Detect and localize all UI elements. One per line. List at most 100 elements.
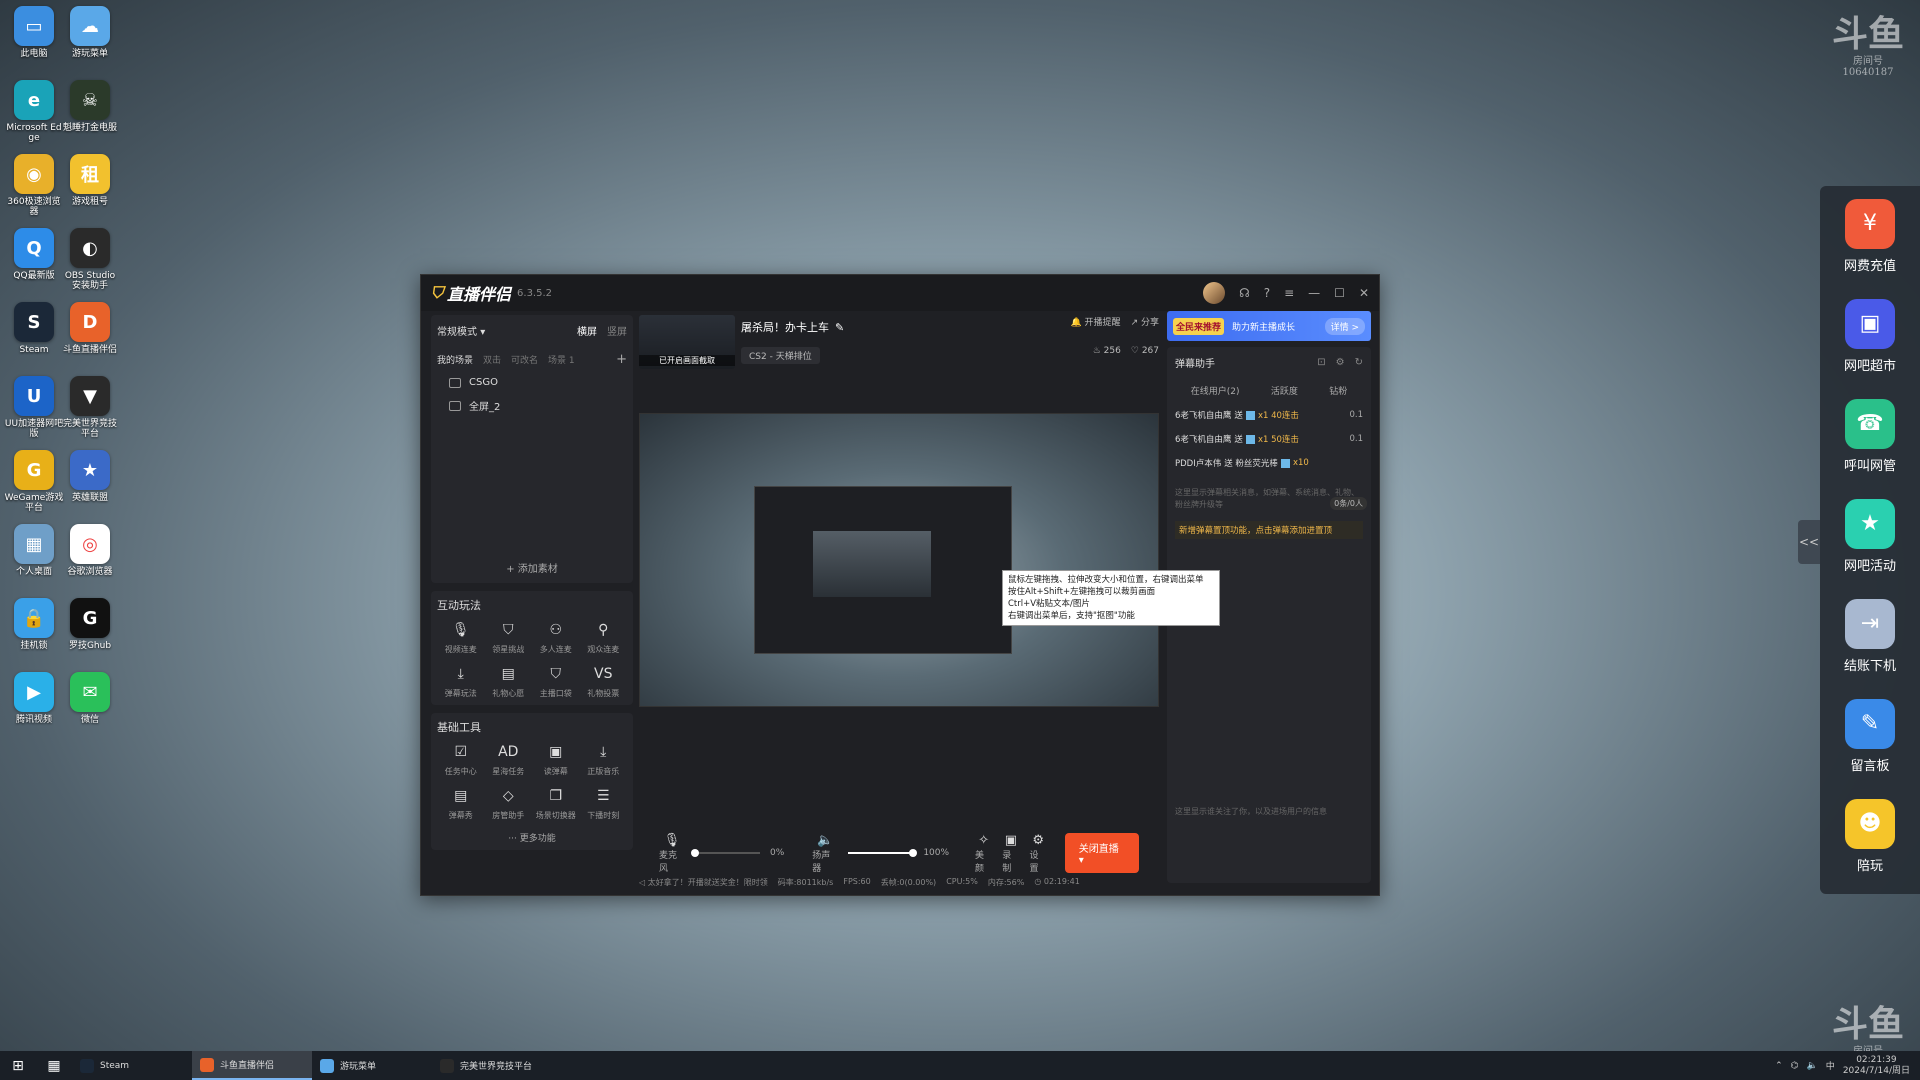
tab-landscape[interactable]: 横屏 xyxy=(577,323,597,338)
tool-button[interactable]: ⚇ 多人连麦 xyxy=(532,619,580,655)
banner-detail-button[interactable]: 详情 > xyxy=(1324,317,1365,335)
settings-button[interactable]: ⚙ 设置 xyxy=(1030,833,1047,874)
mode-select[interactable]: 常规模式 ▾ xyxy=(437,323,485,338)
start-button[interactable]: ⊞ xyxy=(0,1051,36,1080)
netcafe-item[interactable]: ¥ 网费充值 xyxy=(1820,186,1920,286)
desktop-icon[interactable]: D 斗鱼直播伴侣 xyxy=(60,302,120,355)
netcafe-item[interactable]: ▣ 网吧超市 xyxy=(1820,286,1920,386)
taskbar-item[interactable]: 游玩菜单 xyxy=(312,1051,432,1080)
network-icon[interactable]: ⌬ xyxy=(1791,1061,1799,1071)
desktop-icon[interactable]: Q QQ最新版 xyxy=(4,228,64,281)
tab-my-scenes[interactable]: 我的场景 xyxy=(437,353,473,366)
task-view-button[interactable]: ▦ xyxy=(36,1051,72,1080)
headset-icon[interactable]: ☊ xyxy=(1239,286,1250,300)
desktop-icon[interactable]: U UU加速器网吧版 xyxy=(4,376,64,440)
desktop-icon[interactable]: ◎ 谷歌浏览器 xyxy=(60,524,120,577)
lock-icon[interactable]: ⊡ xyxy=(1317,357,1325,368)
desktop-icon[interactable]: ◐ OBS Studio 安装助手 xyxy=(60,228,120,292)
gear-icon[interactable]: ⚙ xyxy=(1336,357,1345,368)
tool-button[interactable]: ⤓ 弹幕玩法 xyxy=(437,663,485,699)
tool-button[interactable]: ⛉ 领星挑战 xyxy=(485,619,533,655)
desktop-icon[interactable]: ✉ 微信 xyxy=(60,672,120,725)
tool-button[interactable]: ❐ 场景切换器 xyxy=(532,785,580,821)
desktop-icon[interactable]: ◉ 360极速浏览器 xyxy=(4,154,64,218)
taskbar-item[interactable]: Steam xyxy=(72,1051,192,1080)
desktop-icon[interactable]: G 罗技Ghub xyxy=(60,598,120,651)
tray-arrow-icon[interactable]: ⌃ xyxy=(1775,1061,1783,1071)
avatar[interactable] xyxy=(1203,282,1226,304)
help-icon[interactable]: ? xyxy=(1264,286,1270,300)
netcafe-item[interactable]: ✎ 留言板 xyxy=(1820,686,1920,786)
volume-icon[interactable]: 🔈 xyxy=(1807,1061,1818,1071)
netcafe-item[interactable]: ★ 网吧活动 xyxy=(1820,486,1920,586)
netcafe-item[interactable]: ☎ 呼叫网管 xyxy=(1820,386,1920,486)
taskbar-item[interactable]: 完美世界竞技平台 xyxy=(432,1051,552,1080)
tool-button[interactable]: ▣ 读弹幕 xyxy=(532,741,580,777)
source-item[interactable]: CSGO xyxy=(449,377,627,388)
tool-button[interactable]: ⛉ 主播口袋 xyxy=(532,663,580,699)
tool-button[interactable]: 🎙 视频连麦 xyxy=(437,619,485,655)
desktop-icon[interactable]: 租 游戏租号 xyxy=(60,154,120,207)
remind-button[interactable]: 🔔 开播提醒 xyxy=(1070,315,1120,328)
desktop-icon[interactable]: S Steam xyxy=(4,302,64,355)
desktop-icon[interactable]: ★ 英雄联盟 xyxy=(60,450,120,503)
danmu-message[interactable]: PDDI卢本伟 送 粉丝荧光棒 x10 xyxy=(1175,457,1363,469)
netcafe-item[interactable]: ☻ 陪玩 xyxy=(1820,786,1920,886)
beauty-button[interactable]: ✧ 美颜 xyxy=(975,833,992,874)
record-button[interactable]: ▣ 录制 xyxy=(1002,833,1019,874)
stop-live-button[interactable]: 关闭直播 ▾ xyxy=(1064,833,1139,873)
refresh-icon[interactable]: ↻ xyxy=(1355,357,1363,368)
danmu-pin-notice[interactable]: 新增弹幕置顶功能，点击弹幕添加进置顶 xyxy=(1175,521,1363,539)
close-button[interactable]: ✕ xyxy=(1359,286,1369,300)
edit-icon[interactable]: ✎ xyxy=(835,321,844,334)
sidebar-collapse-button[interactable]: << xyxy=(1798,520,1820,564)
maximize-button[interactable]: ☐ xyxy=(1334,286,1345,300)
tab-scene-hint-1[interactable]: 双击 xyxy=(483,353,501,366)
clock[interactable]: 02:21:39 2024/7/14/周日 xyxy=(1843,1055,1910,1077)
danmu-message[interactable]: 6老飞机自由鹰 送 x1 40连击 0.1 xyxy=(1175,409,1363,421)
tab-scene-1[interactable]: 场景 1 xyxy=(548,353,575,366)
minimize-button[interactable]: — xyxy=(1308,286,1320,300)
tab-diamond-fans[interactable]: 钻粉 xyxy=(1329,384,1347,397)
stream-thumbnail[interactable]: 已开启画面截取 xyxy=(639,315,735,369)
notice-link[interactable]: ◁ 太好拿了！开播就送奖金！限时领 xyxy=(639,877,768,888)
mic-slider[interactable] xyxy=(690,849,761,857)
taskbar-item[interactable]: 斗鱼直播伴侣 xyxy=(192,1051,312,1080)
danmu-message[interactable]: 6老飞机自由鹰 送 x1 50连击 0.1 xyxy=(1175,433,1363,445)
tool-button[interactable]: VS 礼物投票 xyxy=(580,663,628,699)
tab-activity[interactable]: 活跃度 xyxy=(1271,384,1298,397)
menu-icon[interactable]: ≡ xyxy=(1284,286,1294,300)
speaker-slider[interactable] xyxy=(848,849,918,857)
tool-button[interactable]: ⤓ 正版音乐 xyxy=(580,741,628,777)
netcafe-item[interactable]: ⇥ 结账下机 xyxy=(1820,586,1920,686)
speaker-control[interactable]: 🔈 扬声器 xyxy=(812,833,838,874)
tool-button[interactable]: ▤ 弹幕秀 xyxy=(437,785,485,821)
desktop-icon[interactable]: ▭ 此电脑 xyxy=(4,6,64,59)
source-item[interactable]: 全屏_2 xyxy=(449,398,627,413)
desktop-icon[interactable]: G WeGame游戏平台 xyxy=(4,450,64,514)
more-features-button[interactable]: ··· 更多功能 xyxy=(437,831,627,844)
tab-online-users[interactable]: 在线用户(2) xyxy=(1191,384,1240,397)
tool-button[interactable]: AD 星海任务 xyxy=(485,741,533,777)
promo-banner[interactable]: 全民来推荐 助力新主播成长 详情 > xyxy=(1167,311,1371,341)
tool-button[interactable]: ☑ 任务中心 xyxy=(437,741,485,777)
tool-button[interactable]: ◇ 房管助手 xyxy=(485,785,533,821)
tab-portrait[interactable]: 竖屏 xyxy=(607,323,627,338)
add-material-button[interactable]: + 添加素材 xyxy=(431,560,633,575)
desktop-icon[interactable]: ☠ 魁睡打金电服 xyxy=(60,80,120,133)
share-button[interactable]: ↗ 分享 xyxy=(1131,315,1159,328)
desktop-icon[interactable]: e Microsoft Edge xyxy=(4,80,64,144)
tool-button[interactable]: ☰ 下播时刻 xyxy=(580,785,628,821)
add-scene-button[interactable]: + xyxy=(616,352,627,367)
stream-category[interactable]: CS2 - 天梯排位 xyxy=(741,347,820,364)
tool-button[interactable]: ⚲ 观众连麦 xyxy=(580,619,628,655)
desktop-icon[interactable]: ☁ 游玩菜单 xyxy=(60,6,120,59)
desktop-icon[interactable]: ▼ 完美世界竞技平台 xyxy=(60,376,120,440)
ime-indicator[interactable]: 中 xyxy=(1826,1059,1835,1072)
desktop-icon[interactable]: ▶ 腾讯视频 xyxy=(4,672,64,725)
desktop-icon[interactable]: 🔒 挂机锁 xyxy=(4,598,64,651)
desktop-icon[interactable]: ▦ 个人桌面 xyxy=(4,524,64,577)
stream-preview[interactable]: 鼠标左键拖拽、拉伸改变大小和位置，右键调出菜单 按住Alt+Shift+左键拖拽… xyxy=(639,413,1220,707)
mic-control[interactable]: 🎙 麦克风 xyxy=(659,833,685,874)
tool-button[interactable]: ▤ 礼物心愿 xyxy=(485,663,533,699)
